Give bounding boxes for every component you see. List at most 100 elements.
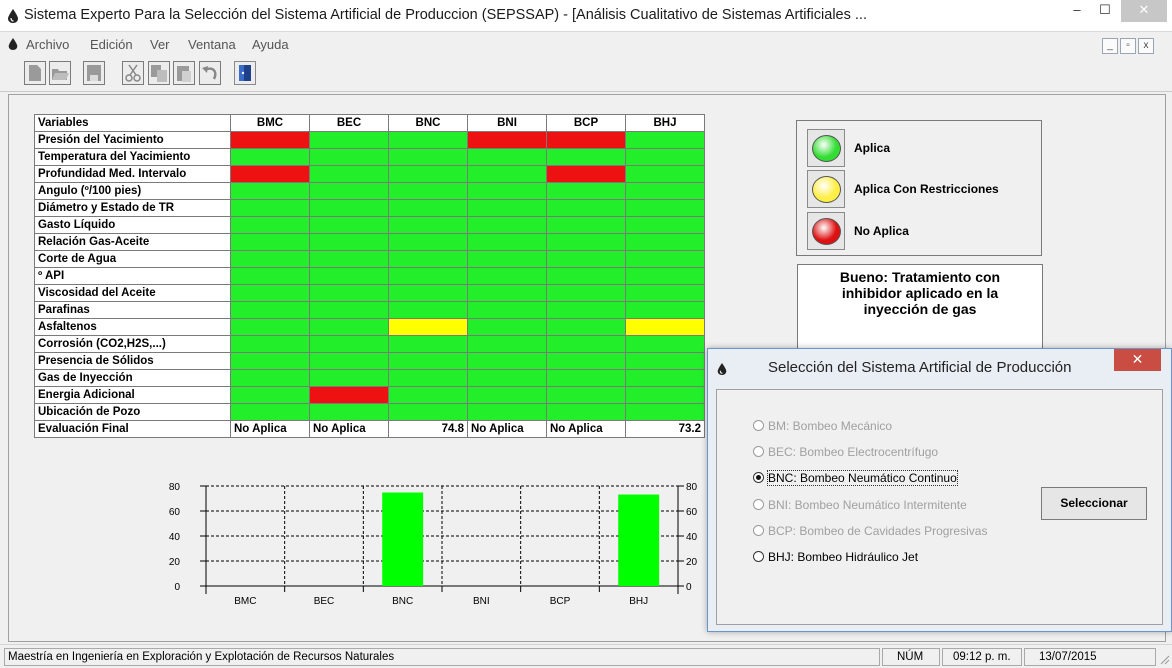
radio-option: BEC: Bombeo Electrocentrífugo [753, 445, 938, 461]
y-tick-label-left: 0 [174, 582, 180, 593]
selection-dialog: Selección del Sistema Artificial de Prod… [707, 348, 1172, 632]
variable-name: Temperatura del Yacimiento [34, 148, 231, 166]
open-button[interactable] [49, 61, 71, 85]
cell-bec-green [309, 284, 389, 302]
y-tick-label-right: 80 [686, 482, 698, 493]
variable-name: Profundidad Med. Intervalo [34, 165, 231, 183]
document-drop-icon[interactable] [7, 37, 19, 51]
variable-name: Gas de Inyección [34, 369, 231, 387]
resize-grip-icon[interactable] [1158, 653, 1170, 665]
cell-bni-green [467, 148, 547, 166]
header-bmc: BMC [230, 114, 310, 132]
cell-bmc-green [230, 369, 310, 387]
cut-button[interactable] [122, 61, 144, 85]
y-tick-label-left: 60 [169, 507, 181, 518]
seleccionar-button[interactable]: Seleccionar [1041, 487, 1147, 520]
red-lamp-icon [812, 218, 841, 245]
cell-bni-green [467, 267, 547, 285]
radio-option[interactable]: BHJ: Bombeo Hidráulico Jet [753, 550, 918, 566]
cell-bni-red [467, 131, 547, 149]
final-bcp: No Aplica [546, 420, 626, 438]
radio-label[interactable]: BNC: Bombeo Neumático Continuo [767, 470, 958, 486]
new-button[interactable] [24, 61, 46, 85]
variable-name: Parafinas [34, 301, 231, 319]
radio-empty-icon[interactable] [753, 551, 764, 562]
comment-line: inyección de gas [863, 301, 977, 317]
cell-bnc-green [388, 284, 468, 302]
cell-bhj-green [625, 199, 705, 217]
x-tick-label: BHJ [629, 596, 648, 607]
radio-option[interactable]: BNC: Bombeo Neumático Continuo [753, 470, 958, 487]
close-button[interactable]: ✕ [1121, 0, 1167, 22]
cell-bcp-green [546, 233, 626, 251]
table-row: Gas de Inyección [34, 369, 705, 387]
copy-button[interactable] [148, 61, 170, 85]
cell-bnc-green [388, 301, 468, 319]
cell-bnc-green [388, 403, 468, 421]
cell-bni-green [467, 301, 547, 319]
title-bar: Sistema Experto Para la Selección del Si… [0, 0, 1172, 32]
dialog-close-button[interactable]: ✕ [1114, 349, 1161, 371]
variable-name: Asfaltenos [34, 318, 231, 336]
cell-bmc-green [230, 352, 310, 370]
cell-bhj-green [625, 165, 705, 183]
cell-bcp-green [546, 267, 626, 285]
mdi-close-button[interactable]: x [1138, 38, 1154, 54]
variable-name: Ubicación de Pozo [34, 403, 231, 421]
cell-bcp-green [546, 403, 626, 421]
legend-restricciones-label: Aplica Con Restricciones [854, 182, 999, 196]
radio-selected-icon[interactable] [753, 472, 764, 483]
radio-option: BM: Bombeo Mecánico [753, 419, 892, 435]
minimize-button[interactable]: – [1063, 0, 1091, 22]
menu-archivo[interactable]: Archivo [26, 37, 69, 52]
mdi-minimize-button[interactable]: _ [1102, 38, 1118, 54]
legend-aplica-restricciones: Aplica Con Restricciones [807, 170, 1037, 208]
maximize-button[interactable]: ☐ [1091, 0, 1119, 22]
paste-button[interactable] [173, 61, 195, 85]
table-row: Profundidad Med. Intervalo [34, 165, 705, 183]
cell-bec-green [309, 199, 389, 217]
table-row: Presión del Yacimiento [34, 131, 705, 149]
window-title: Sistema Experto Para la Selección del Si… [24, 7, 867, 23]
save-button[interactable] [83, 61, 105, 85]
cell-bec-green [309, 301, 389, 319]
final-bnc: 74.8 [388, 420, 468, 438]
green-lamp-icon [812, 135, 841, 162]
table-row: Viscosidad del Aceite [34, 284, 705, 302]
cut-icon [125, 64, 141, 82]
cell-bmc-green [230, 386, 310, 404]
cell-bcp-green [546, 182, 626, 200]
cell-bcp-red [546, 131, 626, 149]
cell-bec-green [309, 369, 389, 387]
cell-bhj-green [625, 216, 705, 234]
menu-ventana[interactable]: Ventana [188, 37, 236, 52]
menu-ver[interactable]: Ver [150, 37, 170, 52]
menu-ayuda[interactable]: Ayuda [252, 37, 289, 52]
radio-label[interactable]: BHJ: Bombeo Hidráulico Jet [768, 550, 918, 564]
legend-lamp-frame [807, 212, 845, 250]
dialog-title: Selección del Sistema Artificial de Prod… [768, 359, 1072, 376]
exit-button[interactable] [234, 61, 256, 85]
cell-bnc-green [388, 216, 468, 234]
app-drop-icon [8, 9, 18, 23]
cell-bhj-green [625, 148, 705, 166]
cell-bnc-yellow [388, 318, 468, 336]
cell-bnc-green [388, 250, 468, 268]
cell-bec-green [309, 148, 389, 166]
cell-bni-green [467, 182, 547, 200]
radio-label: BM: Bombeo Mecánico [768, 419, 893, 433]
cell-bmc-red [230, 165, 310, 183]
copy-icon [151, 65, 167, 82]
exit-icon [239, 65, 251, 81]
x-tick-label: BCP [550, 596, 571, 607]
undo-button[interactable] [199, 61, 221, 85]
menu-edicion[interactable]: Edición [90, 37, 133, 52]
cell-bnc-green [388, 369, 468, 387]
header-variables: Variables [34, 114, 231, 132]
table-row: Energia Adicional [34, 386, 705, 404]
cell-bec-green [309, 335, 389, 353]
cell-bec-green [309, 318, 389, 336]
mdi-restore-button[interactable]: ▫ [1120, 38, 1136, 54]
save-icon [87, 65, 101, 81]
cell-bhj-green [625, 352, 705, 370]
